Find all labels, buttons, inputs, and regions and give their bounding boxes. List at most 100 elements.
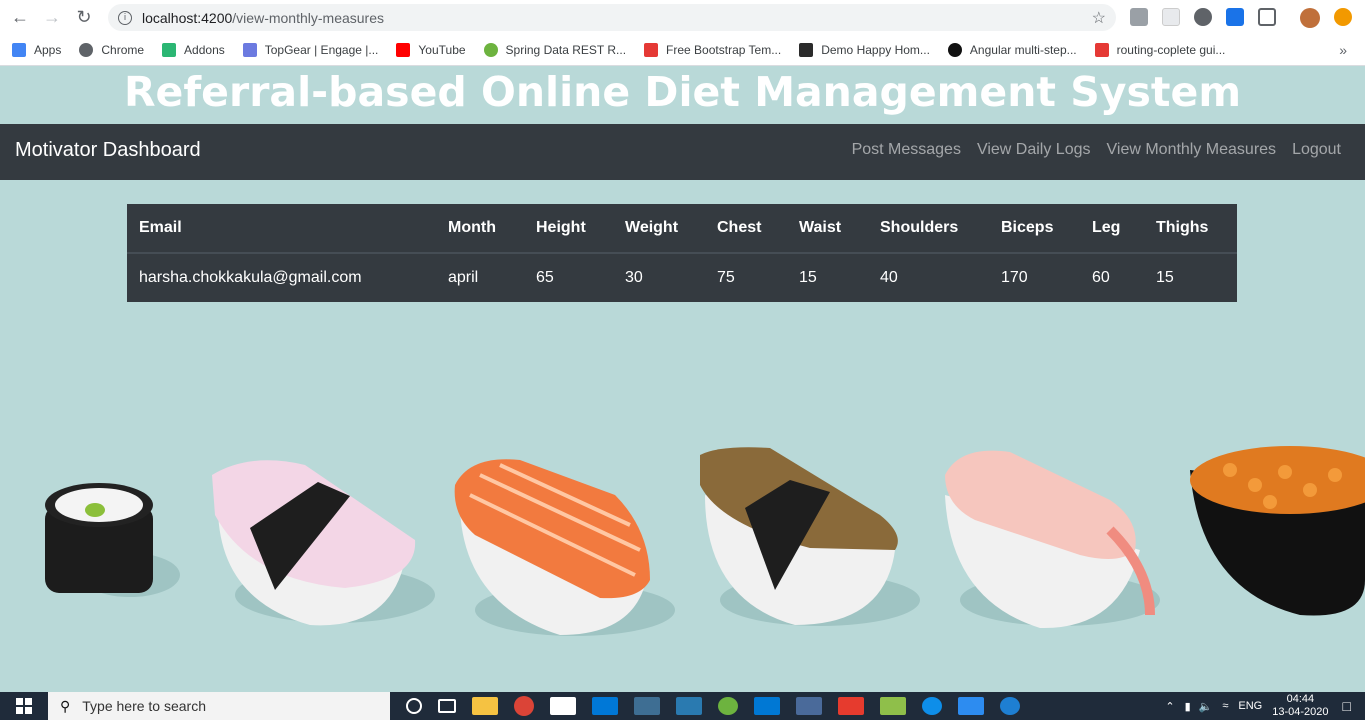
nav-links: Post Messages View Daily Logs View Month… (852, 141, 1341, 159)
bookmark-label: Addons (184, 42, 225, 57)
mail-icon[interactable] (592, 697, 618, 715)
bookmark-youtube[interactable]: YouTube (396, 42, 466, 57)
g-logo-icon (947, 42, 962, 57)
notification-icon[interactable]: □ (1343, 698, 1351, 714)
url-host: localhost:4200 (142, 9, 233, 26)
w3-icon (799, 42, 814, 57)
extension-page-icon[interactable] (1162, 8, 1180, 26)
remote-desktop-icon[interactable] (796, 697, 822, 715)
taskbar-clock[interactable]: 04:44 13-04-2020 (1272, 693, 1328, 719)
bookmark-label: TopGear | Engage |... (264, 42, 379, 57)
column-header-height: Height (524, 204, 613, 254)
maki-roll-image (45, 483, 180, 597)
store-icon[interactable] (550, 697, 576, 715)
language-indicator[interactable]: ENG (1238, 700, 1262, 712)
cell-height: 65 (524, 252, 613, 302)
back-icon[interactable]: ← (4, 1, 36, 33)
extension-cube-icon[interactable] (1130, 8, 1148, 26)
column-header-thighs: Thighs (1144, 204, 1237, 254)
file-explorer-icon[interactable] (472, 697, 498, 715)
youtube-icon (396, 42, 411, 57)
bookmark-angular[interactable]: Angular multi-step... (947, 42, 1077, 57)
nav-link-post-messages[interactable]: Post Messages (852, 141, 961, 159)
edge-icon[interactable] (1000, 697, 1020, 715)
column-header-shoulders: Shoulders (868, 204, 989, 254)
column-header-month: Month (436, 204, 524, 254)
mysql-icon[interactable] (634, 697, 660, 715)
nigiri-eel-image (700, 447, 920, 626)
sushi-background-illustration (45, 446, 1365, 636)
extension-blue-icon[interactable] (1226, 8, 1244, 26)
upload-icon[interactable] (676, 697, 702, 715)
bookmark-topgear[interactable]: TopGear | Engage |... (242, 42, 379, 57)
globe-icon (79, 42, 94, 57)
bookmark-spring[interactable]: Spring Data REST R... (483, 42, 627, 57)
chrome-taskbar-icon[interactable] (514, 696, 534, 716)
bookmark-chrome[interactable]: Chrome (79, 42, 144, 57)
taskbar-search-input[interactable]: ⚲ Type here to search (48, 692, 390, 720)
bookmark-star-icon[interactable]: ☆ (1092, 8, 1106, 28)
extension-circle-icon[interactable] (1194, 8, 1212, 26)
nigiri-salmon-image (454, 459, 675, 636)
wifi-icon[interactable]: ≈ (1222, 700, 1228, 712)
clock-date: 13-04-2020 (1272, 706, 1329, 718)
site-info-icon[interactable]: i (118, 10, 132, 25)
page-title: Referral-based Online Diet Management Sy… (123, 68, 1242, 116)
vscode-icon[interactable] (754, 697, 780, 715)
bookmarks-bar: Apps Chrome Addons TopGear | Engage |...… (0, 34, 1365, 66)
column-header-chest: Chest (705, 204, 787, 254)
volume-icon[interactable]: 🔈 (1199, 700, 1213, 713)
gunkan-ikura-image (1190, 446, 1365, 616)
cell-chest: 75 (705, 252, 787, 302)
bookmark-label: Angular multi-step... (969, 42, 1077, 57)
forward-icon[interactable]: → (36, 1, 68, 33)
bookmark-routing[interactable]: routing-coplete gui... (1094, 42, 1225, 57)
navbar-brand[interactable]: Motivator Dashboard (15, 139, 201, 162)
task-view-icon[interactable] (438, 699, 456, 713)
bookmark-addons[interactable]: Addons (162, 42, 225, 57)
monthly-measures-table: Email Month Height Weight Chest Waist Sh… (127, 204, 1237, 302)
column-header-waist: Waist (787, 204, 868, 254)
windows-start-icon[interactable] (0, 692, 48, 720)
bookmark-label: YouTube (418, 42, 466, 57)
anydesk-icon[interactable] (838, 697, 864, 715)
spring-leaf-icon (483, 42, 498, 57)
cell-month: april (436, 252, 524, 302)
bootstrap-s-icon (644, 42, 659, 57)
column-header-biceps: Biceps (989, 204, 1080, 254)
webex-icon[interactable] (958, 697, 984, 715)
profile-avatar[interactable] (1300, 8, 1320, 28)
routing-icon (1094, 42, 1109, 57)
cortana-icon[interactable] (406, 698, 422, 714)
nav-link-view-monthly-measures[interactable]: View Monthly Measures (1107, 141, 1277, 159)
navbar: Motivator Dashboard Post Messages View D… (0, 124, 1365, 180)
bookmark-label: Spring Data REST R... (505, 42, 627, 57)
column-header-leg: Leg (1080, 204, 1144, 254)
bookmark-label: Apps (34, 42, 62, 57)
bookmark-demo-happy[interactable]: Demo Happy Hom... (799, 42, 930, 57)
bookmark-apps[interactable]: Apps (12, 42, 62, 57)
extension-c-icon[interactable] (1258, 8, 1276, 26)
bookmarks-overflow-icon[interactable]: » (1339, 42, 1347, 58)
nav-link-logout[interactable]: Logout (1292, 141, 1341, 159)
address-bar[interactable]: i localhost:4200/view-monthly-measures ☆ (108, 4, 1116, 31)
nigiri-pink-image (212, 460, 435, 626)
taskbar-search-placeholder: Type here to search (82, 698, 207, 714)
reload-icon[interactable]: ↻ (68, 1, 100, 33)
bookmark-label: Free Bootstrap Tem... (666, 42, 782, 57)
puzzle-icon (162, 42, 177, 57)
url-path: /view-monthly-measures (232, 9, 385, 26)
notepad-icon[interactable] (880, 697, 906, 715)
cell-email: harsha.chokkakula@gmail.com (127, 252, 436, 302)
battery-icon[interactable]: ▮ (1185, 700, 1191, 713)
nav-link-view-daily-logs[interactable]: View Daily Logs (977, 141, 1091, 159)
tray-overflow-icon[interactable]: ⌃ (1165, 700, 1174, 713)
browser-toolbar: ← → ↻ i localhost:4200/view-monthly-meas… (0, 0, 1365, 34)
column-header-weight: Weight (613, 204, 705, 254)
update-icon[interactable] (1334, 8, 1352, 26)
spring-tool-icon[interactable] (718, 697, 738, 715)
clock-time: 04:44 (1286, 693, 1315, 705)
search-icon: ⚲ (60, 697, 71, 714)
bookmark-bootstrap[interactable]: Free Bootstrap Tem... (644, 42, 782, 57)
teamviewer-icon[interactable] (922, 697, 942, 715)
